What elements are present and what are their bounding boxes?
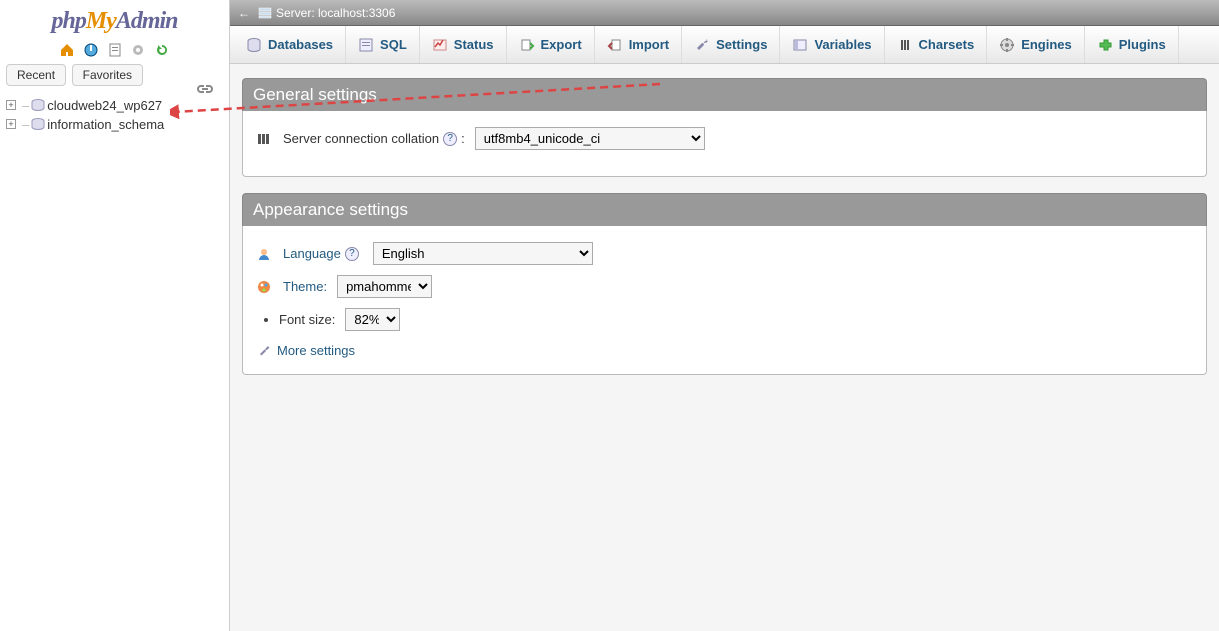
theme-select[interactable]: pmahomme [337,275,432,298]
db-label: information_schema [47,117,164,132]
db-label: cloudweb24_wp627 [47,98,162,113]
help-icon[interactable]: ? [345,247,359,261]
settings-icon[interactable] [130,42,146,58]
wrench-icon [257,344,271,358]
menu-engines[interactable]: Engines [987,26,1085,63]
language-label[interactable]: Language [283,246,341,261]
menu-export[interactable]: Export [507,26,595,63]
more-settings-link[interactable]: More settings [277,343,355,358]
db-item[interactable]: + – cloudweb24_wp627 [4,96,225,115]
back-button[interactable]: ← [238,6,250,20]
main: ← Server: localhost:3306 Databases SQL S… [230,0,1219,631]
menu-settings[interactable]: Settings [682,26,780,63]
sidebar-tabs: Recent Favorites [0,64,229,86]
theme-icon [257,280,277,294]
theme-label[interactable]: Theme: [283,279,327,294]
status-icon [432,37,448,53]
plugins-icon [1097,37,1113,53]
collation-select[interactable]: utf8mb4_unicode_ci [475,127,705,150]
language-icon [257,247,277,261]
appearance-settings-header: Appearance settings [242,193,1207,226]
menu-databases[interactable]: Databases [234,26,346,63]
sidebar: phpMyAdmin Recent Favorites + – cloudweb… [0,0,230,631]
database-icon [246,37,262,53]
docs-icon[interactable] [107,42,123,58]
language-select[interactable]: English [373,242,593,265]
tab-favorites[interactable]: Favorites [72,64,143,86]
menu-charsets[interactable]: Charsets [885,26,988,63]
font-size-select[interactable]: 82% [345,308,400,331]
db-item[interactable]: + – information_schema [4,115,225,134]
font-size-label: Font size: [279,312,335,327]
sql-icon [358,37,374,53]
menu-import[interactable]: Import [595,26,682,63]
logout-icon[interactable] [83,42,99,58]
export-icon [519,37,535,53]
db-tree: + – cloudweb24_wp627 + – information_sch… [0,86,229,134]
menu-variables[interactable]: Variables [780,26,884,63]
home-icon[interactable] [59,42,75,58]
menu-status[interactable]: Status [420,26,507,63]
server-label: Server: localhost:3306 [276,6,395,20]
import-icon [607,37,623,53]
charsets-icon [897,37,913,53]
logo[interactable]: phpMyAdmin [0,0,229,39]
collation-label: Server connection collation ?: [257,131,465,146]
menu-plugins[interactable]: Plugins [1085,26,1179,63]
server-icon [258,7,272,19]
wrench-icon [694,37,710,53]
sidebar-iconbar [0,39,229,64]
topbar: ← Server: localhost:3306 [230,0,1219,26]
tab-recent[interactable]: Recent [6,64,66,86]
help-icon[interactable]: ? [443,132,457,146]
appearance-settings-panel: Language ? English Theme: pmahomme [242,226,1207,375]
menubar: Databases SQL Status Export Import Setti… [230,26,1219,64]
reload-icon[interactable] [154,42,170,58]
general-settings-panel: Server connection collation ?: utf8mb4_u… [242,111,1207,177]
menu-sql[interactable]: SQL [346,26,420,63]
general-settings-header: General settings [242,78,1207,111]
engines-icon [999,37,1015,53]
link-icon[interactable] [197,84,213,94]
variables-icon [792,37,808,53]
